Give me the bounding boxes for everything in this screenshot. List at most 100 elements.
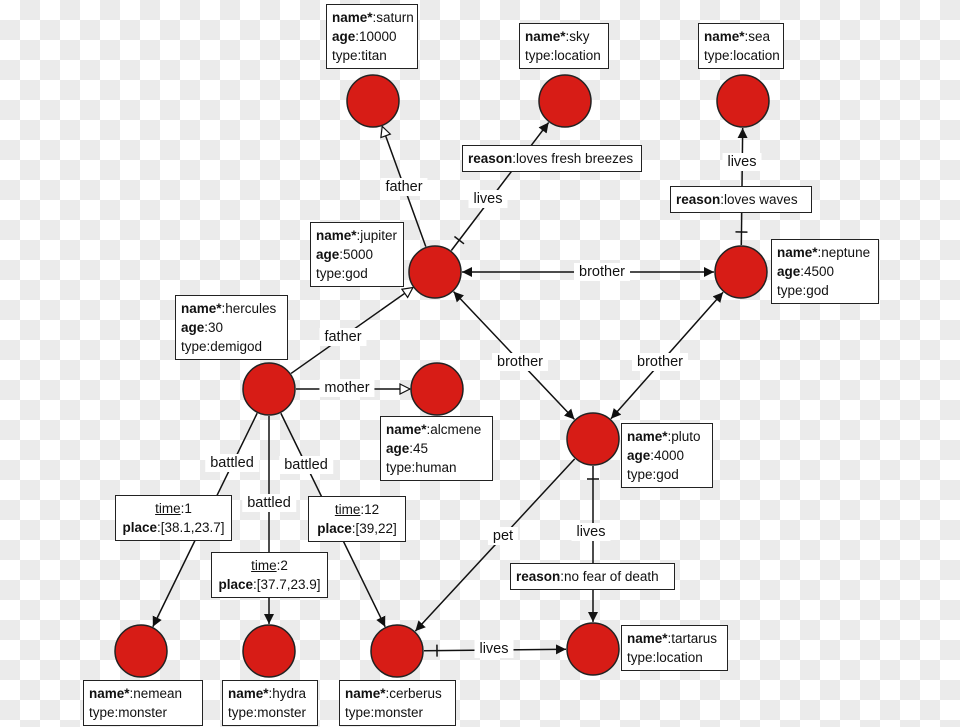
property-row: name*:sea [704,27,778,46]
node-neptune[interactable] [714,245,768,299]
node-properties-sea: name*:sea type:location [698,23,784,69]
edge-properties-box: time:12 place:[39,22] [308,496,406,542]
property-value: :jupiter [356,228,398,243]
node-pluto[interactable] [566,412,620,466]
node-properties-saturn: name*:saturn age:10000 type:titan [326,4,418,69]
property-row: age:4000 [627,446,707,465]
node-properties-hercules: name*:hercules age:30 type:demigod [175,295,288,360]
property-key: type [89,705,115,720]
property-value: :cerberus [385,686,442,701]
property-value: :sea [744,29,771,44]
property-key: name* [345,686,386,701]
node-properties-sky: name*:sky type:location [519,23,609,69]
edge-properties-box: time:2 place:[37.7,23.9] [211,552,328,598]
node-properties-alcmene: name*:alcmene age:45 type:human [380,416,493,481]
property-key: name* [181,301,222,316]
property-key: reason [516,569,561,584]
property-row: reason:loves waves [676,190,806,209]
property-value: :loves fresh breezes [512,151,634,166]
property-value: :2 [276,558,288,573]
property-key: name* [627,631,668,646]
property-row: type:location [704,46,780,65]
property-key: type [332,48,358,63]
graph-canvas [114,74,770,678]
property-value: :demigod [206,339,263,354]
property-row: type:location [525,46,603,65]
property-key: time [155,501,181,516]
property-row: name*:hydra [228,684,312,703]
property-key: name* [89,686,130,701]
edge-tail-bar [453,235,465,245]
property-row: type:god [316,264,398,283]
property-key: name* [627,429,668,444]
node-hercules[interactable] [242,362,296,416]
property-value: :location [729,48,780,63]
property-row: time:1 [121,499,226,518]
property-value: :[37.7,23.9] [252,577,321,592]
property-row: place:[38.1,23.7] [121,518,226,537]
property-key: name* [332,10,373,25]
property-row: reason:no fear of death [516,567,669,586]
edge-label: lives [468,190,508,208]
property-key: name* [386,422,427,437]
property-value: :4000 [650,448,685,463]
property-key: age [777,264,801,279]
property-key: type [777,283,803,298]
property-row: type:god [627,465,707,484]
edge-label: brother [492,353,548,371]
property-value: :titan [357,48,387,63]
property-key: name* [704,29,745,44]
property-value: :1 [180,501,192,516]
property-key: age [627,448,651,463]
property-value: :nemean [129,686,183,701]
node-cerberus[interactable] [370,624,424,678]
edge-label: father [380,178,428,196]
node-sky[interactable] [538,74,592,128]
property-key: name* [316,228,357,243]
edge-lives-jupiter-sky [450,122,550,251]
property-value: :god [341,266,368,281]
property-row: type:monster [89,703,197,722]
property-value: :alcmene [426,422,482,437]
property-row: name*:sky [525,27,603,46]
property-value: :10000 [355,29,397,44]
property-row: name*:neptune [777,243,873,262]
edge-label: battled [205,454,259,472]
property-key: type [386,460,412,475]
node-hydra[interactable] [242,624,296,678]
node-tartarus[interactable] [566,622,620,676]
property-value: :30 [204,320,224,335]
node-sea[interactable] [716,74,770,128]
property-row: age:45 [386,439,487,458]
property-key: name* [525,29,566,44]
property-row: type:location [627,648,722,667]
property-key: type [181,339,207,354]
property-key: place [317,521,352,536]
property-row: type:god [777,281,873,300]
property-row: type:monster [228,703,312,722]
property-row: place:[37.7,23.9] [217,575,322,594]
property-row: time:2 [217,556,322,575]
property-row: type:titan [332,46,412,65]
property-row: place:[39,22] [314,519,400,538]
property-value: :5000 [339,247,374,262]
property-value: :12 [360,502,380,517]
node-saturn[interactable] [346,74,400,128]
node-properties-jupiter: name*:jupiter age:5000 type:god [310,222,404,287]
edge-label: pet [487,527,519,545]
node-jupiter[interactable] [408,245,462,299]
node-nemean[interactable] [114,624,168,678]
property-value: :pluto [667,429,701,444]
node-properties-cerberus: name*:cerberus type:monster [339,680,456,726]
property-value: :tartarus [667,631,718,646]
property-row: name*:pluto [627,427,707,446]
property-value: :human [411,460,457,475]
property-value: :god [652,467,679,482]
node-alcmene[interactable] [410,362,464,416]
property-row: type:monster [345,703,450,722]
property-value: :loves waves [720,192,798,207]
property-value: :[38.1,23.7] [156,520,225,535]
edge-label: father [319,328,367,346]
property-key: place [218,577,253,592]
property-key: time [251,558,277,573]
